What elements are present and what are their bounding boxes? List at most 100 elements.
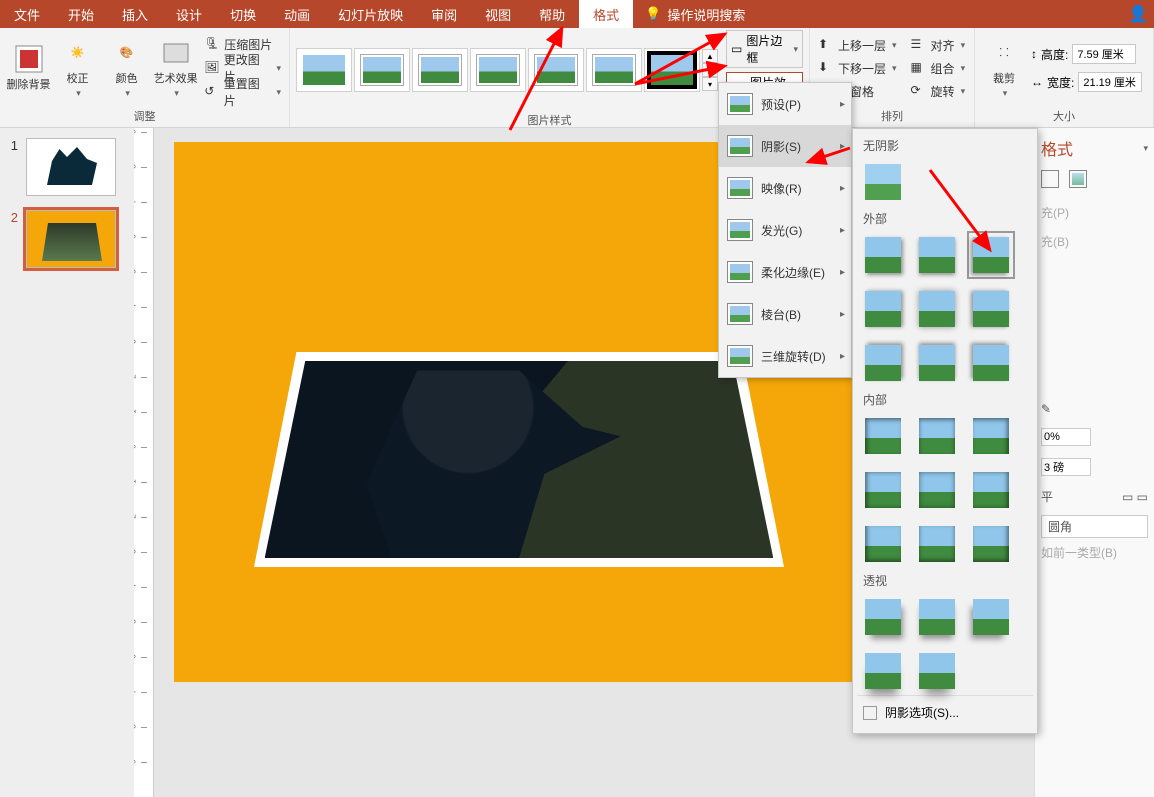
slide-thumb-1[interactable]: 1: [8, 138, 126, 196]
send-backward-button[interactable]: ⬇下移一层: [816, 57, 899, 79]
group-adjust-label: 调整: [6, 106, 283, 126]
account-icon[interactable]: 👤: [1128, 4, 1148, 24]
shadow-option[interactable]: [865, 418, 901, 454]
align-row: 平▭ ▭: [1041, 482, 1148, 511]
crop-button[interactable]: ⸬ 裁剪: [981, 33, 1027, 103]
remove-bg-icon: [14, 44, 44, 74]
tab-design[interactable]: 设计: [162, 0, 216, 28]
shadow-gallery: 无阴影 外部 内部 透视 阴影选项(S)...: [852, 128, 1038, 734]
effects-preset-item[interactable]: 预设(P)▸: [719, 83, 851, 125]
shadow-option[interactable]: [865, 472, 901, 508]
fill-option-b[interactable]: 充(B): [1041, 227, 1148, 256]
shadow-option[interactable]: [865, 237, 901, 273]
shadow-option[interactable]: [919, 237, 955, 273]
shadow-option[interactable]: [973, 599, 1009, 635]
sun-icon: ☀️: [63, 38, 93, 68]
picture-icon[interactable]: [1069, 170, 1087, 188]
tab-help[interactable]: 帮助: [525, 0, 579, 28]
fill-icon[interactable]: [1041, 170, 1059, 188]
shadow-option[interactable]: [865, 599, 901, 635]
artistic-button[interactable]: 艺术效果: [153, 33, 198, 103]
bring-forward-label: 上移一层: [838, 37, 886, 54]
transparency-row[interactable]: [1041, 422, 1148, 452]
group-adjust: 删除背景 ☀️ 校正 🎨 颜色 艺术效果 🗜压缩图片 🖼更改图片 ↺重置图片 调…: [0, 28, 290, 127]
effects-bevel-item[interactable]: 棱台(B)▸: [719, 293, 851, 335]
tab-transition[interactable]: 切换: [216, 0, 270, 28]
color-button[interactable]: 🎨 颜色: [104, 33, 149, 103]
shadow-option[interactable]: [919, 526, 955, 562]
gallery-down-button[interactable]: ▼: [702, 63, 718, 77]
shadow-none-option[interactable]: [865, 164, 901, 200]
remove-background-label: 删除背景: [7, 76, 51, 92]
size-row[interactable]: [1041, 452, 1148, 482]
chevron-down-icon[interactable]: ▾: [1143, 143, 1148, 154]
crop-icon: ⸬: [989, 38, 1019, 68]
tab-view[interactable]: 视图: [471, 0, 525, 28]
shadow-option[interactable]: [919, 653, 955, 689]
effects-glow-item[interactable]: 发光(G)▸: [719, 209, 851, 251]
tab-slideshow[interactable]: 幻灯片放映: [324, 0, 417, 28]
tell-me[interactable]: 💡 操作说明搜索: [633, 5, 757, 24]
shadow-option[interactable]: [919, 418, 955, 454]
style-thumb[interactable]: [644, 48, 700, 92]
shadow-option[interactable]: [865, 291, 901, 327]
rounded-button[interactable]: 圆角: [1041, 515, 1148, 538]
tab-review[interactable]: 审阅: [417, 0, 471, 28]
picture-styles-gallery[interactable]: ▲ ▼ ▾: [296, 48, 718, 92]
bring-forward-button[interactable]: ⬆上移一层: [816, 34, 899, 56]
shadow-option-selected[interactable]: [973, 237, 1009, 273]
effects-rotate3d-item[interactable]: 三维旋转(D)▸: [719, 335, 851, 377]
tab-animation[interactable]: 动画: [270, 0, 324, 28]
gallery-more-button[interactable]: ▾: [702, 77, 718, 91]
selected-picture[interactable]: [254, 352, 784, 567]
shadow-option[interactable]: [865, 526, 901, 562]
rotate-button[interactable]: ⟳旋转: [909, 80, 968, 102]
border-icon: ▭: [731, 42, 742, 56]
shadow-option[interactable]: [919, 599, 955, 635]
reset-picture-button[interactable]: ↺重置图片: [202, 81, 283, 103]
shadow-option[interactable]: [973, 472, 1009, 508]
tab-file[interactable]: 文件: [0, 0, 54, 28]
style-thumb[interactable]: [296, 48, 352, 92]
style-thumb[interactable]: [528, 48, 584, 92]
edit-icon-row[interactable]: ✎: [1041, 396, 1148, 422]
effects-shadow-item[interactable]: 阴影(S)▸: [719, 125, 851, 167]
group-size: ⸬ 裁剪 ↕ 高度: 7.59 厘米 ↔ 宽度: 21.19 厘米 大小: [975, 28, 1154, 127]
style-thumb[interactable]: [412, 48, 468, 92]
effects-reflect-item[interactable]: 映像(R)▸: [719, 167, 851, 209]
group-objects-button[interactable]: ▦组合: [909, 57, 968, 79]
shadow-option[interactable]: [973, 418, 1009, 454]
shadow-option[interactable]: [973, 345, 1009, 381]
shadow-option[interactable]: [919, 472, 955, 508]
align-button[interactable]: ☰对齐: [909, 34, 968, 56]
picture-border-button[interactable]: ▭图片边框▾: [726, 30, 803, 68]
height-input[interactable]: 7.59 厘米: [1072, 44, 1136, 64]
align-icon: ☰: [911, 37, 927, 53]
shadow-option[interactable]: [865, 653, 901, 689]
shadow-option[interactable]: [919, 345, 955, 381]
tab-format[interactable]: 格式: [579, 0, 633, 28]
transparency-input[interactable]: [1041, 428, 1091, 446]
effects-softedge-item[interactable]: 柔化边缘(E)▸: [719, 251, 851, 293]
crop-label: 裁剪: [993, 70, 1015, 86]
tab-home[interactable]: 开始: [54, 0, 108, 28]
shadow-options-button[interactable]: 阴影选项(S)...: [857, 695, 1033, 729]
corrections-button[interactable]: ☀️ 校正: [55, 33, 100, 103]
size-input[interactable]: [1041, 458, 1091, 476]
shadow-option[interactable]: [973, 526, 1009, 562]
style-thumb[interactable]: [470, 48, 526, 92]
slide-thumb-2[interactable]: 2: [8, 210, 126, 268]
shadow-option[interactable]: [865, 345, 901, 381]
remove-background-button[interactable]: 删除背景: [6, 33, 51, 103]
shadow-option[interactable]: [973, 291, 1009, 327]
gallery-up-button[interactable]: ▲: [702, 49, 718, 63]
style-thumb[interactable]: [586, 48, 642, 92]
compress-icon: 🗜: [204, 36, 220, 52]
compress-label: 压缩图片: [224, 36, 272, 53]
tab-insert[interactable]: 插入: [108, 0, 162, 28]
fill-option-p[interactable]: 充(P): [1041, 198, 1148, 227]
style-thumb[interactable]: [354, 48, 410, 92]
reset-icon: ↺: [204, 84, 220, 100]
width-input[interactable]: 21.19 厘米: [1078, 72, 1142, 92]
shadow-option[interactable]: [919, 291, 955, 327]
